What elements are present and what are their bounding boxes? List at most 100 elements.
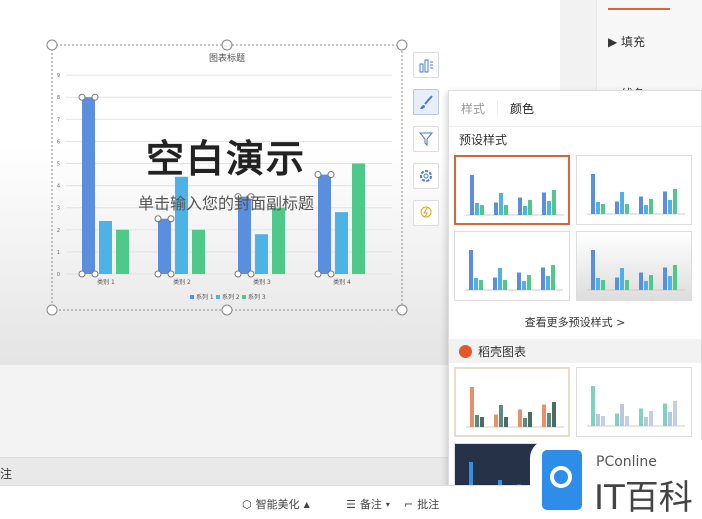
chart-style-button[interactable] <box>413 89 439 115</box>
watermark: PConline IT百科 <box>530 440 702 519</box>
thumb-bar <box>673 401 677 426</box>
thumb-bar <box>596 414 600 426</box>
thumb-bar <box>474 278 478 290</box>
thumb-bar <box>475 415 479 427</box>
thumb-bar <box>518 409 522 427</box>
thumb-bar <box>498 268 502 290</box>
thumb-bar <box>620 192 624 214</box>
thumb-bar <box>601 204 605 214</box>
pconline-logo-icon <box>542 450 582 510</box>
thumb-bar <box>547 413 551 427</box>
brand-name: IT百科 <box>594 478 693 518</box>
thumb-bar <box>644 417 648 426</box>
thumb-bar <box>469 250 473 290</box>
docer-logo-icon <box>459 344 472 358</box>
thumb-bar <box>493 277 497 290</box>
preset-heading: 预设样式 <box>449 127 701 151</box>
thumb-bar <box>601 280 605 290</box>
thumb-bar <box>541 267 545 290</box>
thumb-bar <box>625 280 629 290</box>
thumb-bar <box>615 277 619 290</box>
chart-elements-button[interactable] <box>413 52 439 78</box>
fill-section-toggle[interactable]: ▶ 填充 <box>608 33 645 50</box>
thumb-bar <box>470 387 474 427</box>
thumb-bar <box>591 386 595 426</box>
docer-chart-1[interactable] <box>454 367 570 437</box>
thumb-bar <box>639 272 643 290</box>
thumb-bar <box>499 193 503 215</box>
thumb-bar <box>601 416 605 426</box>
thumb-bar <box>639 408 643 426</box>
chart-settings-button[interactable] <box>413 163 439 189</box>
tab-color[interactable]: 颜色 <box>498 100 546 117</box>
thumb-bar <box>591 250 595 290</box>
thumb-bar <box>644 205 648 214</box>
thumb-bar <box>503 280 507 290</box>
more-presets-link[interactable]: 查看更多预设样式 > <box>449 305 701 339</box>
thumb-bar <box>499 405 503 427</box>
preset-style-4[interactable] <box>576 231 692 301</box>
notes-label: 注 <box>0 467 13 481</box>
thumb-bar <box>663 267 667 290</box>
thumb-bar <box>527 275 531 290</box>
chart-toolbar <box>413 52 441 237</box>
thumb-bar <box>663 191 667 214</box>
thumb-bar <box>470 175 474 215</box>
docer-heading: 稻壳图表 <box>449 339 701 363</box>
thumb-bar <box>542 404 546 427</box>
docer-chart-2[interactable] <box>576 367 692 437</box>
preset-style-1[interactable] <box>454 155 570 225</box>
thumb-bar <box>644 281 648 290</box>
preset-style-2[interactable] <box>576 155 692 225</box>
bar-chart-icon <box>419 59 433 73</box>
thumb-bar <box>552 402 556 427</box>
thumb-bar <box>591 174 595 214</box>
thumb-bar <box>494 202 498 215</box>
thumb-bar <box>649 411 653 426</box>
thumb-bar <box>668 412 672 426</box>
thumb-bar <box>625 204 629 214</box>
thumb-bar <box>479 280 483 290</box>
comment-button[interactable]: ⌐ 批注 <box>404 496 439 512</box>
properties-pane: ▶ 填充 ▶ 线条 <box>560 0 702 101</box>
filter-icon <box>418 132 434 147</box>
thumb-bar <box>480 417 484 427</box>
thumb-bar <box>522 281 526 290</box>
smart-beautify-button[interactable]: ⬡ 智能美化 ▲ <box>242 496 310 512</box>
thumb-bar <box>518 197 522 215</box>
thumb-bar <box>475 203 479 215</box>
chart-filter-button[interactable] <box>413 126 439 152</box>
slide-subtitle[interactable]: 单击输入您的封面副标题 <box>0 190 452 214</box>
thumb-bar <box>480 205 484 215</box>
thumb-bar <box>649 275 653 290</box>
thumb-bar <box>596 202 600 214</box>
thumb-bar <box>504 417 508 427</box>
thumb-bar <box>673 189 677 214</box>
comment-icon: ⌐ <box>404 497 414 511</box>
thumb-bar <box>649 199 653 214</box>
thumb-bar <box>620 404 624 426</box>
thumb-bar <box>523 418 527 427</box>
thumb-bar <box>494 414 498 427</box>
beautify-icon: ⬡ <box>242 497 252 511</box>
thumb-bar <box>523 206 527 215</box>
slide-title[interactable]: 空白演示 <box>0 128 452 183</box>
thumb-bar <box>615 413 619 426</box>
thumb-bar <box>668 276 672 290</box>
thumb-bar <box>552 190 556 215</box>
lightbulb-icon <box>420 206 432 218</box>
notes-icon: ☰ <box>346 497 356 511</box>
thumb-bar <box>639 196 643 214</box>
thumb-bar <box>542 192 546 215</box>
thumb-bar <box>615 201 619 214</box>
active-tab-indicator <box>608 8 670 10</box>
brand-text: PConline <box>596 454 657 470</box>
notes-button[interactable]: ☰ 备注 ▾ <box>346 496 390 512</box>
thumb-bar <box>663 403 667 426</box>
gear-icon <box>420 170 432 182</box>
tab-style[interactable]: 样式 <box>449 100 499 117</box>
preset-style-3[interactable] <box>454 231 570 301</box>
smart-suggest-button[interactable] <box>413 200 439 226</box>
brush-icon <box>420 95 433 109</box>
thumb-bar <box>596 278 600 290</box>
